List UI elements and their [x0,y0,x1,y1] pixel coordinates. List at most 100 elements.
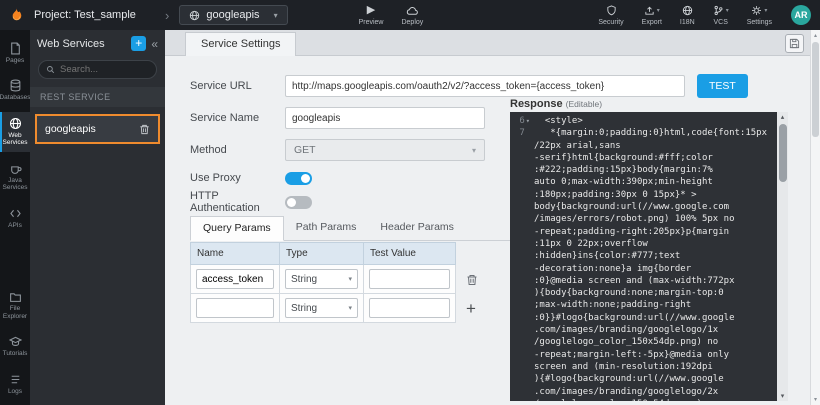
search-input[interactable] [60,64,149,75]
chevron-down-icon: ▾ [764,8,767,14]
service-name-label: Service Name [190,112,285,124]
delete-service-icon[interactable] [139,124,150,135]
toggle-knob [301,174,310,183]
security-button[interactable]: Security [598,5,623,26]
export-icon [644,5,655,16]
topbar-right-tools: Security ▾ Export I18N ▾ VCS ▾ [589,5,820,26]
add-row-icon[interactable]: + [466,303,476,315]
folder-icon [9,290,22,303]
test-button[interactable]: TEST [697,74,748,98]
search-icon [46,65,55,74]
coffee-cup-icon [9,162,22,175]
chevron-down-icon: ▾ [348,304,352,312]
globe-icon [189,10,200,21]
toggle-knob [287,198,296,207]
chevron-down-icon: ▾ [657,8,660,14]
sidebar-item-databases[interactable]: Databases [0,74,30,106]
editor-scrollbar[interactable]: ▴ ▾ [777,112,788,401]
response-editor: 6▾ 7▾ <style> *{margin:0;padding:0}html,… [510,112,788,401]
main-area: Service Settings Service URL TEST Servic… [165,30,820,405]
scrollbar-thumb[interactable] [779,124,787,182]
save-button[interactable] [785,34,804,53]
export-button[interactable]: ▾ Export [642,5,662,26]
scroll-up-icon[interactable]: ▴ [811,32,820,39]
col-header-type: Type [280,242,364,265]
param-name-input[interactable] [196,269,274,289]
response-title: Response [510,98,563,110]
service-settings-form: Service URL TEST Service Name Method GET… [165,56,810,405]
editor-gutter: 6▾ 7▾ [510,112,531,401]
globe-icon [682,5,693,17]
service-search [38,60,157,79]
scroll-up-icon[interactable]: ▴ [777,113,788,121]
graduation-cap-icon [9,335,22,348]
delete-row-icon[interactable] [466,274,478,286]
branch-icon [713,5,724,16]
project-area: Project: Test_sample [0,6,163,24]
tab-header-params[interactable]: Header Params [368,216,466,240]
project-label: Project: Test_sample [34,9,136,21]
preview-button[interactable]: ▶ Preview [359,5,384,26]
service-url-label: Service URL [190,80,285,92]
param-type-select[interactable]: String ▾ [285,269,358,289]
sidebar-item-tutorials[interactable]: Tutorials [0,330,30,362]
i18n-button[interactable]: I18N [680,5,695,26]
play-icon: ▶ [367,5,375,17]
globe-icon [9,117,22,130]
scroll-down-icon[interactable]: ▾ [811,396,820,403]
scrollbar-thumb[interactable] [812,42,819,137]
sidebar-spacer [0,239,30,285]
services-panel: Web Services + « REST SERVICE googleapis [30,30,165,405]
topbar: Project: Test_sample › googleapis ▾ ▶ Pr… [0,0,820,30]
document-icon [9,42,22,55]
code-brackets-icon [9,207,22,220]
method-label: Method [190,144,285,156]
deploy-button[interactable]: Deploy [401,5,423,26]
sidebar-item-web-services[interactable]: Web Services [0,112,30,152]
code-fold-icon[interactable]: ▾ [526,115,530,127]
use-proxy-toggle[interactable] [285,172,312,185]
tab-service-settings[interactable]: Service Settings [185,32,296,56]
service-url-input[interactable] [285,75,685,97]
list-lines-icon [9,373,22,386]
param-name-input[interactable] [196,298,274,318]
collapse-panel-button[interactable]: « [151,37,158,51]
col-header-name: Name [190,242,280,265]
http-auth-label: HTTP Authentication [190,190,285,214]
sidebar-item-java-services[interactable]: Java Services [0,157,30,197]
chevron-down-icon: ▾ [348,275,352,283]
service-item-googleapis[interactable]: googleapis [35,114,160,144]
param-test-value-input[interactable] [369,298,450,318]
sidebar-item-pages[interactable]: Pages [0,37,30,69]
chevron-down-icon: ▾ [726,8,729,14]
panel-title: Web Services [37,38,126,50]
app-selector-dropdown[interactable]: googleapis ▾ [179,5,287,25]
settings-button[interactable]: ▾ Settings [747,5,772,26]
rest-service-group-label: REST SERVICE [30,87,165,107]
add-service-button[interactable]: + [131,36,146,51]
service-name-input[interactable] [285,107,485,129]
param-type-select[interactable]: String ▾ [285,298,358,318]
method-select[interactable]: GET ▾ [285,139,485,161]
response-code[interactable]: <style> *{margin:0;padding:0}html,code{f… [531,112,777,401]
gear-icon [751,5,762,16]
scroll-down-icon[interactable]: ▾ [777,392,788,400]
avatar[interactable]: AR [791,5,811,25]
query-params-table: Name Type Test Value String ▾ [190,242,478,323]
tab-query-params[interactable]: Query Params [190,216,284,241]
use-proxy-label: Use Proxy [190,172,285,184]
param-test-value-input[interactable] [369,269,450,289]
window-scrollbar[interactable]: ▴ ▾ [810,30,820,405]
table-row: String ▾ + [190,294,478,323]
sidebar-item-apis[interactable]: APIs [0,202,30,234]
http-auth-toggle[interactable] [285,196,312,209]
tab-path-params[interactable]: Path Params [284,216,369,240]
app-logo[interactable] [7,6,25,24]
tabstrip: Service Settings [165,30,820,56]
response-header: Response (Editable) [510,98,602,110]
database-icon [9,79,22,92]
sidebar-item-logs[interactable]: Logs [0,368,30,400]
vcs-button[interactable]: ▾ VCS [713,5,729,26]
sidebar-item-file-explorer[interactable]: File Explorer [0,285,30,325]
app-selector-value: googleapis [206,9,259,21]
